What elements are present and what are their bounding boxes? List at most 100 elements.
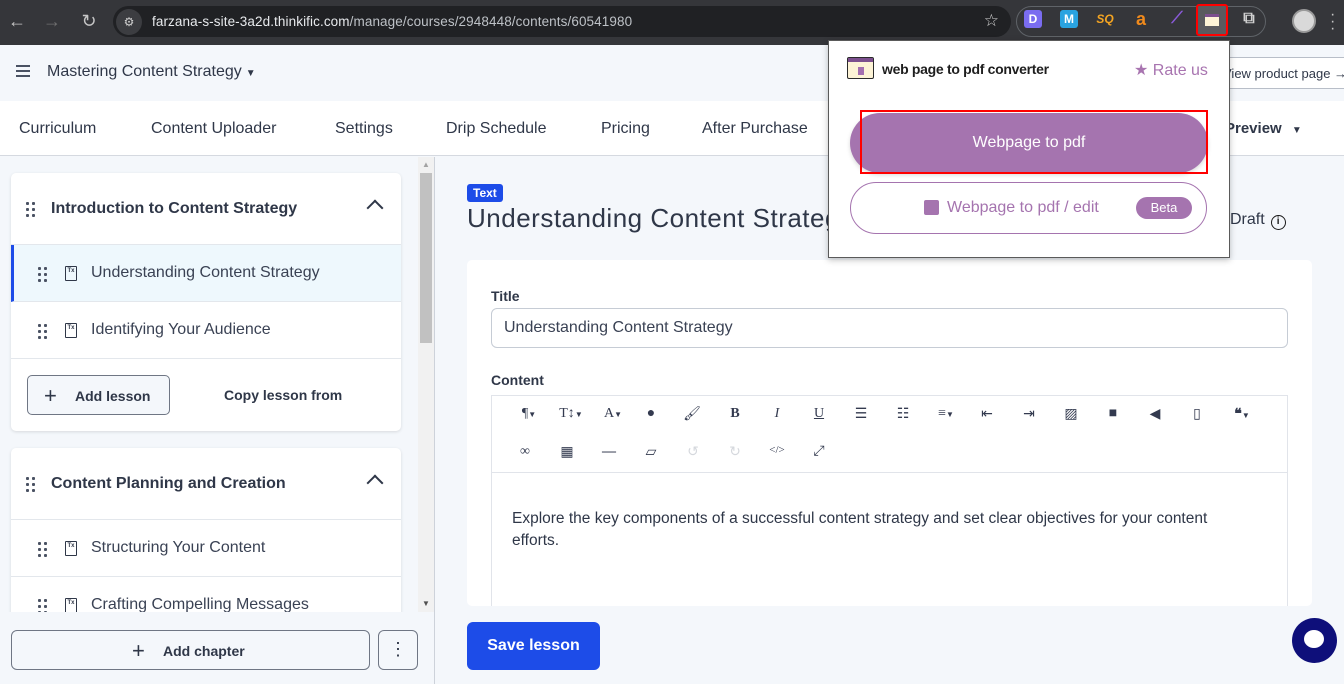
lesson-item[interactable]: Tx Crafting Compelling Messages xyxy=(11,577,401,612)
chat-support-icon[interactable] xyxy=(1292,618,1337,663)
scrollbar-thumb[interactable] xyxy=(420,173,432,343)
code-view-icon[interactable]: </> xyxy=(763,444,791,456)
url-text[interactable]: farzana-s-site-3a2d.thinkific.com/manage… xyxy=(152,14,632,29)
text-lesson-icon: Tx xyxy=(65,598,77,612)
edit-icon xyxy=(924,200,939,215)
tab-after-purchase[interactable]: After Purchase xyxy=(702,120,808,138)
paint-brush-icon[interactable]: 🖌 xyxy=(678,406,706,423)
title-input[interactable] xyxy=(491,308,1288,348)
chevron-up-icon[interactable] xyxy=(366,474,384,492)
tab-settings[interactable]: Settings xyxy=(335,120,393,138)
content-label: Content xyxy=(491,372,544,388)
save-lesson-button[interactable]: Save lesson xyxy=(467,622,600,670)
text-lesson-icon: Tx xyxy=(65,323,77,338)
quote-icon[interactable]: ❝▼ xyxy=(1225,406,1259,423)
lesson-form: Title Content ¶▼ T↕▼ A▼ ● 🖌 B I U ☰ ☷ ≡▼… xyxy=(467,260,1312,606)
site-info-icon[interactable]: ⚙ xyxy=(116,8,142,35)
status-badge: Draft i xyxy=(1230,211,1286,230)
hamburger-menu-icon[interactable] xyxy=(16,65,30,80)
webpage-to-pdf-edit-button[interactable]: Webpage to pdf / edit Beta xyxy=(850,182,1207,234)
add-lesson-button[interactable]: + Add lesson xyxy=(27,375,170,415)
extension-a-icon[interactable]: a xyxy=(1132,9,1150,29)
clear-formatting-icon[interactable]: ▱ xyxy=(637,444,665,461)
link-icon[interactable]: ∞ xyxy=(511,444,539,460)
browser-menu-icon[interactable]: · · · xyxy=(1330,7,1336,37)
ordered-list-icon[interactable]: ☰ xyxy=(847,406,875,423)
fullscreen-icon[interactable]: ⤢ xyxy=(805,444,833,460)
sidebar-scrollbar[interactable]: ▲ ▼ xyxy=(418,157,434,612)
chapter-title: Content Planning and Creation xyxy=(51,475,286,492)
pdf-converter-logo-icon xyxy=(847,57,874,79)
font-size-icon[interactable]: T↕▼ xyxy=(554,406,588,422)
scroll-down-arrow-icon[interactable]: ▼ xyxy=(422,599,430,608)
redo-icon[interactable]: ↻ xyxy=(721,444,749,461)
tab-curriculum[interactable]: Curriculum xyxy=(19,120,96,138)
extension-feather-icon[interactable]: ⟋ xyxy=(1168,10,1186,28)
underline-icon[interactable]: U xyxy=(805,406,833,422)
highlight-box xyxy=(860,110,1208,174)
insert-file-icon[interactable]: ▯ xyxy=(1183,406,1211,423)
extension-sq-icon[interactable]: SQ xyxy=(1096,10,1114,28)
chapter-header[interactable]: Introduction to Content Strategy xyxy=(11,173,401,245)
copy-lesson-from-button[interactable]: Copy lesson from xyxy=(224,387,342,403)
insert-image-icon[interactable]: ▨ xyxy=(1057,406,1085,423)
info-icon[interactable]: i xyxy=(1270,215,1286,230)
more-options-button[interactable]: ⋮ xyxy=(378,630,418,670)
address-bar[interactable]: ⚙ farzana-s-site-3a2d.thinkific.com/mana… xyxy=(113,6,1011,37)
drag-handle-icon[interactable] xyxy=(26,477,36,492)
align-icon[interactable]: ≡▼ xyxy=(929,406,963,422)
outdent-icon[interactable]: ⇤ xyxy=(973,406,1001,423)
drag-handle-icon[interactable] xyxy=(38,267,48,282)
back-button[interactable]: ← xyxy=(0,4,34,38)
pdf-converter-extension-icon[interactable] xyxy=(1196,4,1228,36)
lesson-item[interactable]: Tx Structuring Your Content xyxy=(11,520,401,577)
extensions-puzzle-icon[interactable]: ⧉ xyxy=(1240,10,1258,28)
caret-down-icon: ▼ xyxy=(1291,125,1302,136)
bookmark-star-icon[interactable]: ☆ xyxy=(984,11,999,31)
unordered-list-icon[interactable]: ☷ xyxy=(889,406,917,423)
extension-m-icon[interactable]: M xyxy=(1060,10,1078,28)
table-icon[interactable]: ▦ xyxy=(553,444,581,461)
horizontal-line-icon[interactable]: — xyxy=(595,444,623,460)
drag-handle-icon[interactable] xyxy=(38,324,48,339)
extension-d-icon[interactable]: D xyxy=(1024,10,1042,28)
status-label: Draft xyxy=(1230,211,1265,228)
lesson-item[interactable]: Tx Understanding Content Strategy xyxy=(11,245,401,302)
rate-us-link[interactable]: ★ Rate us xyxy=(1134,60,1208,80)
tab-pricing[interactable]: Pricing xyxy=(601,120,650,138)
add-chapter-button[interactable]: + Add chapter xyxy=(11,630,370,670)
lesson-type-badge: Text xyxy=(467,184,503,202)
lesson-label: Structuring Your Content xyxy=(91,539,266,556)
background-color-icon[interactable]: ● xyxy=(637,406,665,422)
tab-drip-schedule[interactable]: Drip Schedule xyxy=(446,120,547,138)
paragraph-format-icon[interactable]: ¶▼ xyxy=(512,406,546,422)
drag-handle-icon[interactable] xyxy=(38,599,48,612)
undo-icon[interactable]: ↺ xyxy=(679,444,707,461)
chevron-up-icon[interactable] xyxy=(366,199,384,217)
forward-button[interactable]: → xyxy=(35,4,69,38)
text-color-icon[interactable]: A▼ xyxy=(596,406,630,422)
profile-avatar[interactable] xyxy=(1292,9,1316,33)
lesson-item[interactable]: Tx Identifying Your Audience xyxy=(11,302,401,359)
reload-button[interactable]: ↻ xyxy=(72,4,106,38)
insert-audio-icon[interactable]: ◀ xyxy=(1141,406,1169,423)
editor-content[interactable]: Explore the key components of a successf… xyxy=(512,508,1252,552)
popup-title: web page to pdf converter xyxy=(882,61,1049,77)
italic-icon[interactable]: I xyxy=(763,406,791,422)
tab-content-uploader[interactable]: Content Uploader xyxy=(151,120,276,138)
chapter-list: Introduction to Content Strategy Tx Unde… xyxy=(0,157,418,612)
chapter-card: Introduction to Content Strategy Tx Unde… xyxy=(11,173,401,431)
drag-handle-icon[interactable] xyxy=(38,542,48,557)
scroll-up-arrow-icon[interactable]: ▲ xyxy=(422,160,430,169)
insert-video-icon[interactable]: ■ xyxy=(1099,406,1127,422)
chapter-header[interactable]: Content Planning and Creation xyxy=(11,448,401,520)
bold-icon[interactable]: B xyxy=(721,406,749,422)
course-selector[interactable]: Mastering Content Strategy ▼ xyxy=(47,63,256,81)
indent-icon[interactable]: ⇥ xyxy=(1015,406,1043,423)
preview-dropdown[interactable]: Preview ▼ xyxy=(1225,120,1302,137)
lesson-label: Identifying Your Audience xyxy=(91,321,271,338)
text-lesson-icon: Tx xyxy=(65,266,77,281)
plus-icon: + xyxy=(44,383,57,408)
drag-handle-icon[interactable] xyxy=(26,202,36,217)
lesson-label: Crafting Compelling Messages xyxy=(91,596,309,612)
